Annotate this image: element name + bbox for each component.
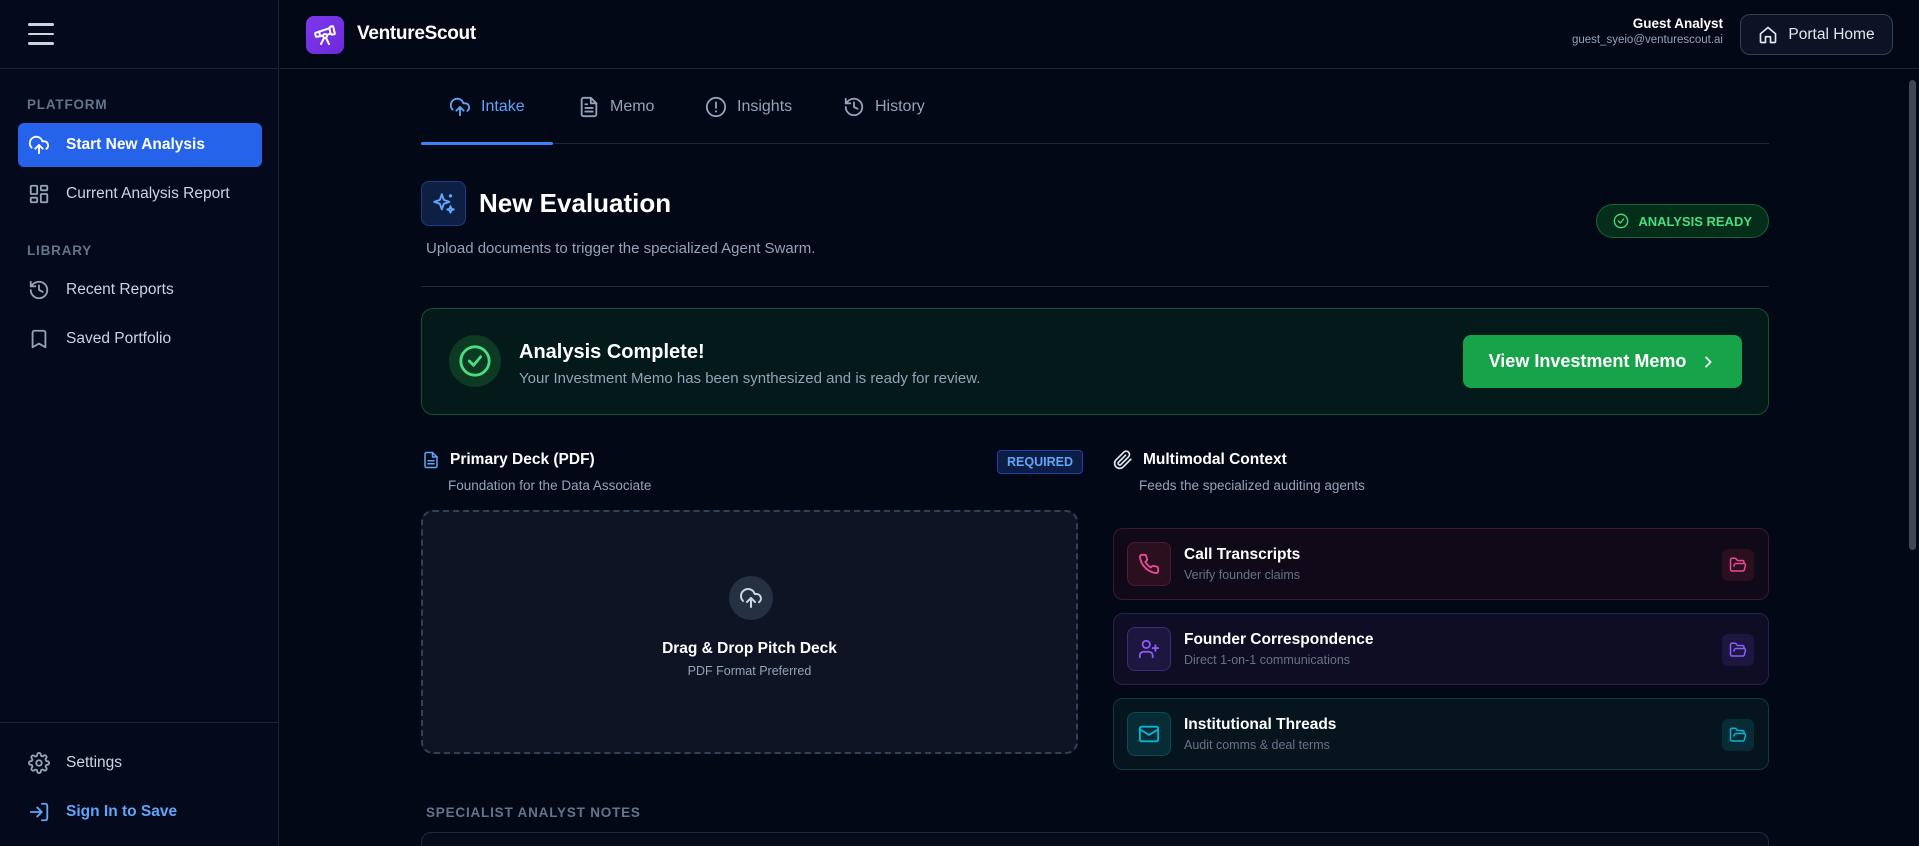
folder-open-icon[interactable]	[1722, 634, 1754, 666]
mail-icon	[1127, 712, 1171, 756]
tab-bar: Intake Memo Insights History	[421, 70, 1769, 145]
history-icon	[844, 97, 864, 117]
sidebar-section-platform: PLATFORM	[27, 97, 108, 112]
sidebar-item-label: Current Analysis Report	[66, 185, 230, 202]
analyst-notes-textarea[interactable]	[421, 832, 1769, 846]
dropzone-subtitle: PDF Format Preferred	[687, 664, 812, 678]
status-badge: ANALYSIS READY	[1596, 204, 1769, 238]
primary-deck-title: Primary Deck (PDF)	[450, 451, 595, 468]
user-email: guest_syeio@venturescout.ai	[1571, 34, 1723, 46]
sidebar-item-label: Sign In to Save	[66, 803, 178, 820]
multimodal-title: Multimodal Context	[1143, 451, 1287, 468]
card-title: Institutional Threads	[1184, 716, 1337, 733]
sidebar-item-label: Settings	[66, 754, 123, 771]
sidebar-divider	[0, 722, 279, 723]
tab-intake[interactable]: Intake	[421, 70, 553, 145]
multimodal-subtitle: Feeds the specialized auditing agents	[1139, 478, 1365, 493]
tab-insights[interactable]: Insights	[677, 70, 820, 144]
check-circle-icon	[449, 335, 501, 387]
folder-open-icon[interactable]	[1722, 719, 1754, 751]
sidebar-item-label: Saved Portfolio	[66, 330, 172, 347]
tab-label: Intake	[481, 98, 525, 115]
history-icon	[29, 280, 49, 300]
grid-icon	[29, 184, 49, 204]
sidebar-item-saved-portfolio[interactable]: Saved Portfolio	[18, 317, 262, 361]
cloud-upload-icon	[449, 97, 470, 117]
founder-correspondence-card[interactable]: Founder Correspondence Direct 1-on-1 com…	[1113, 613, 1769, 685]
chevron-right-icon	[1705, 356, 1712, 367]
top-header: VentureScout Guest Analyst guest_syeio@v…	[280, 0, 1919, 69]
tab-history[interactable]: History	[815, 70, 953, 144]
user-info: Guest Analyst guest_syeio@venturescout.a…	[1572, 16, 1723, 46]
tab-label: Insights	[737, 98, 793, 115]
sign-in-button[interactable]: Sign In to Save	[18, 790, 262, 834]
main-content: Intake Memo Insights History New Evaluat…	[421, 70, 1769, 846]
analysis-complete-banner: Analysis Complete! Your Investment Memo …	[421, 308, 1769, 415]
institutional-threads-card[interactable]: Institutional Threads Audit comms & deal…	[1113, 698, 1769, 770]
notes-section-label: SPECIALIST ANALYST NOTES	[426, 805, 641, 820]
user-name: Guest Analyst	[1632, 16, 1723, 31]
view-memo-label: View Investment Memo	[1488, 351, 1687, 371]
card-subtitle: Audit comms & deal terms	[1184, 738, 1330, 752]
page-title: New Evaluation	[479, 188, 672, 218]
card-title: Founder Correspondence	[1184, 631, 1374, 648]
portal-home-button[interactable]: Portal Home	[1740, 14, 1893, 55]
paperclip-icon	[1113, 450, 1132, 470]
sidebar-item-start-new-analysis[interactable]: Start New Analysis	[18, 123, 262, 167]
multimodal-header: Multimodal Context	[1113, 450, 1287, 470]
banner-title: Analysis Complete!	[519, 341, 705, 363]
menu-icon[interactable]	[28, 23, 54, 45]
home-icon	[1760, 26, 1777, 43]
sidebar-section-library: LIBRARY	[27, 243, 93, 258]
document-icon	[580, 96, 598, 118]
cloud-upload-icon	[28, 135, 49, 155]
bookmark-icon	[31, 329, 47, 349]
sidebar-item-settings[interactable]: Settings	[18, 741, 262, 785]
sidebar: PLATFORM Start New Analysis Current Anal…	[0, 0, 279, 846]
call-transcripts-card[interactable]: Call Transcripts Verify founder claims	[1113, 528, 1769, 600]
brand-name: VentureScout	[357, 23, 476, 44]
telescope-logo-icon	[306, 16, 344, 54]
sidebar-item-current-analysis-report[interactable]: Current Analysis Report	[18, 172, 262, 216]
page-subtitle: Upload documents to trigger the speciali…	[426, 240, 816, 257]
dropzone-title: Drag & Drop Pitch Deck	[662, 640, 837, 657]
document-icon	[424, 451, 438, 469]
banner-subtitle: Your Investment Memo has been synthesize…	[519, 370, 981, 387]
portal-home-label: Portal Home	[1788, 25, 1875, 43]
sidebar-item-recent-reports[interactable]: Recent Reports	[18, 268, 262, 312]
page-header: New Evaluation Upload documents to trigg…	[421, 144, 1769, 287]
check-circle-icon	[1614, 213, 1629, 229]
card-subtitle: Direct 1-on-1 communications	[1184, 653, 1351, 667]
alert-circle-icon	[705, 96, 727, 118]
sidebar-header	[0, 0, 278, 69]
sidebar-item-label: Recent Reports	[66, 281, 174, 298]
user-plus-icon	[1127, 627, 1171, 671]
sidebar-item-label: Start New Analysis	[66, 136, 205, 153]
card-subtitle: Verify founder claims	[1184, 568, 1301, 582]
upload-icon	[729, 576, 773, 620]
card-title: Call Transcripts	[1184, 546, 1301, 563]
folder-open-icon[interactable]	[1722, 549, 1754, 581]
primary-deck-subtitle: Foundation for the Data Associate	[448, 478, 652, 493]
scroll-thumb[interactable]	[1909, 80, 1916, 550]
sign-in-icon	[29, 802, 49, 822]
primary-deck-header: Primary Deck (PDF)	[422, 450, 595, 470]
tab-memo[interactable]: Memo	[550, 70, 682, 144]
pitch-deck-dropzone[interactable]: Drag & Drop Pitch Deck PDF Format Prefer…	[421, 510, 1078, 754]
required-badge: REQUIRED	[997, 450, 1083, 474]
phone-icon	[1127, 542, 1171, 586]
tab-label: History	[875, 98, 925, 115]
scrollbar[interactable]	[1906, 70, 1919, 846]
view-investment-memo-button[interactable]: View Investment Memo	[1463, 335, 1742, 388]
status-badge-label: ANALYSIS READY	[1638, 213, 1752, 229]
tab-label: Memo	[610, 98, 655, 115]
gear-icon	[28, 752, 50, 774]
sparkles-icon	[421, 181, 466, 226]
